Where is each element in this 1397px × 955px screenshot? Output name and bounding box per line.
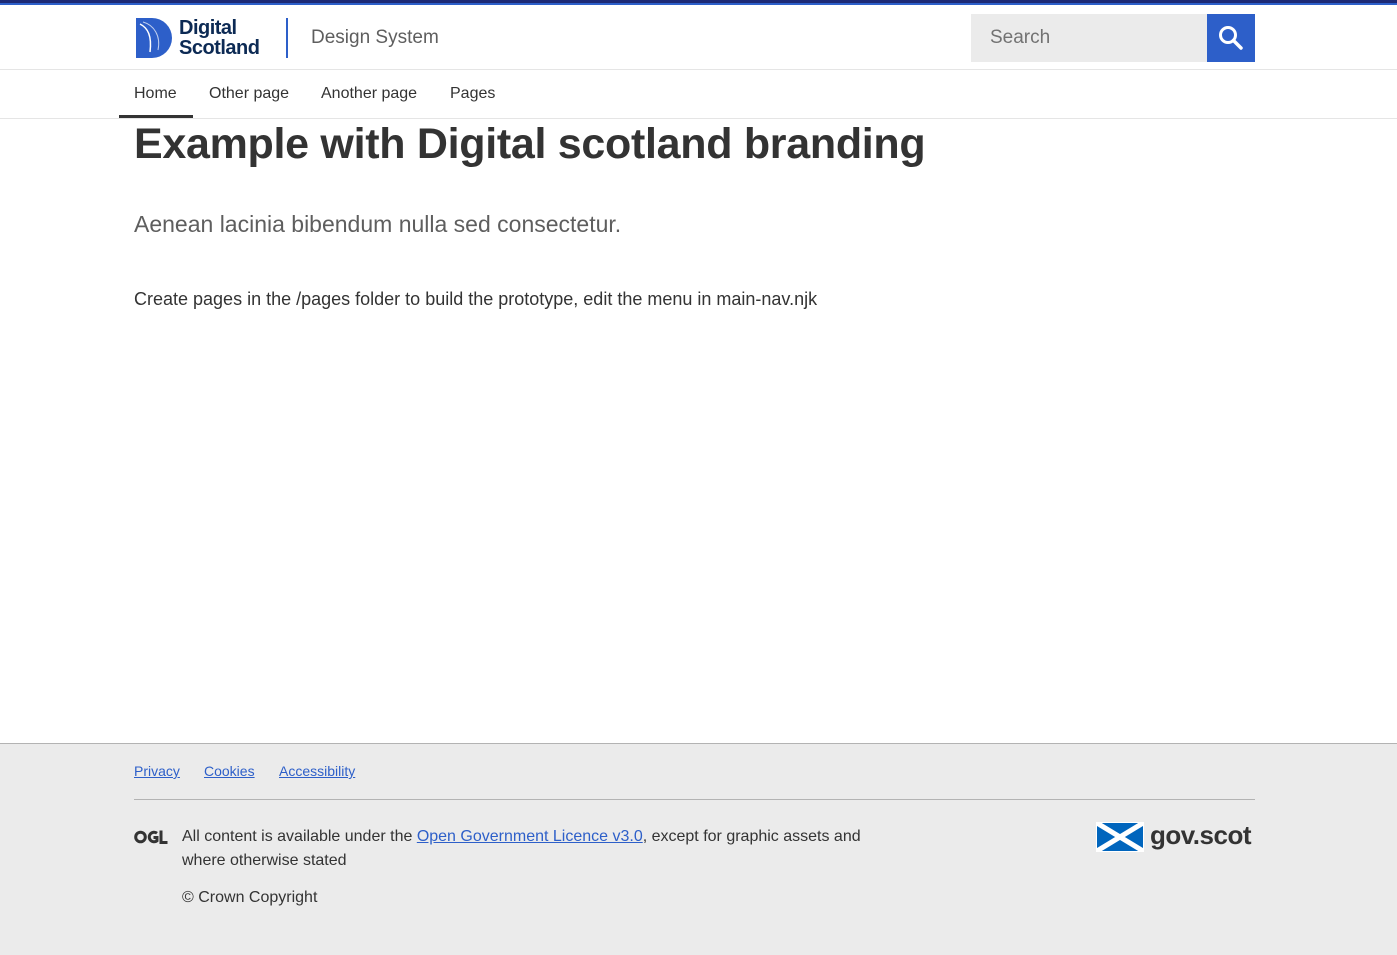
search-input[interactable]: [971, 14, 1207, 62]
nav-item-home[interactable]: Home: [119, 70, 193, 118]
site-title: Design System: [311, 27, 439, 48]
logo-line-1: Digital: [179, 17, 237, 39]
ogl-logo-icon: [134, 830, 168, 844]
page-body-text: Create pages in the /pages folder to bui…: [134, 289, 818, 309]
page-title: Example with Digital scotland branding: [134, 120, 926, 168]
header-divider: [286, 18, 288, 58]
licence-text: All content is available under the Open …: [182, 825, 882, 873]
footer-link-privacy[interactable]: Privacy: [134, 763, 180, 779]
footer-link-cookies[interactable]: Cookies: [204, 763, 255, 779]
logo-line-2: Scotland: [179, 37, 260, 59]
page-lede: Aenean lacinia bibendum nulla sed consec…: [134, 211, 622, 237]
search-icon: [1219, 26, 1243, 50]
search-button[interactable]: [1207, 14, 1255, 62]
govscot-label: gov.scot: [1150, 820, 1251, 850]
copyright-text: © Crown Copyright: [182, 889, 318, 906]
ogl-licence-link[interactable]: Open Government Licence v3.0: [417, 828, 643, 845]
digital-scotland-logo-icon: [136, 18, 172, 58]
saltire-flag-icon: [1096, 822, 1144, 852]
site-footer: Privacy Cookies Accessibility All conten…: [0, 743, 1397, 955]
nav-item-another-page[interactable]: Another page: [321, 70, 417, 118]
site-search: [971, 14, 1255, 62]
footer-divider: [134, 799, 1255, 800]
govscot-logo[interactable]: gov.scot: [1096, 820, 1256, 854]
digital-scotland-logo[interactable]: Digital Scotland: [134, 18, 269, 60]
licence-prefix: All content is available under the: [182, 828, 417, 845]
main-navigation: Home Other page Another page Pages: [0, 70, 1397, 119]
site-header: Digital Scotland Design System: [0, 5, 1397, 70]
nav-item-pages[interactable]: Pages: [450, 70, 495, 118]
footer-link-accessibility[interactable]: Accessibility: [279, 763, 355, 779]
nav-item-other-page[interactable]: Other page: [209, 70, 289, 118]
